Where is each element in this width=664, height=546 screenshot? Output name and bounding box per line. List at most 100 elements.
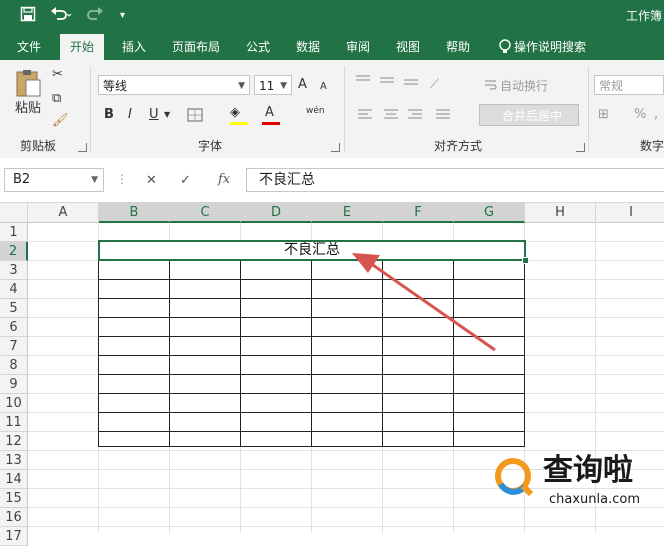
gridline: [28, 336, 98, 337]
row-header-13[interactable]: 13: [0, 451, 28, 470]
row-header-11[interactable]: 11: [0, 413, 28, 432]
shrink-font-button[interactable]: A: [320, 78, 327, 96]
tab-review[interactable]: 审阅: [336, 34, 380, 60]
row-header-7[interactable]: 7: [0, 337, 28, 356]
font-color-button[interactable]: A: [265, 104, 274, 122]
group-separator: [588, 66, 589, 152]
tab-formulas[interactable]: 公式: [236, 34, 280, 60]
fill-color-icon[interactable]: ◈: [230, 104, 240, 122]
tab-view[interactable]: 视图: [386, 34, 430, 60]
font-launcher-icon[interactable]: [331, 143, 340, 152]
gridline: [28, 260, 98, 261]
watermark-logo: 查询啦 chaxunla.com: [489, 452, 659, 522]
tab-data[interactable]: 数据: [286, 34, 330, 60]
paste-icon[interactable]: [14, 68, 44, 103]
gridline: [28, 298, 98, 299]
font-color-swatch: [262, 122, 280, 125]
row-header-4[interactable]: 4: [0, 280, 28, 299]
row-header-10[interactable]: 10: [0, 394, 28, 413]
row-header-12[interactable]: 12: [0, 432, 28, 451]
row-header-8[interactable]: 8: [0, 356, 28, 375]
column-header-g[interactable]: G: [454, 202, 525, 223]
row-header-17[interactable]: 17: [0, 527, 28, 546]
row-header-14[interactable]: 14: [0, 470, 28, 489]
format-painter-icon[interactable]: 🖌: [52, 112, 69, 130]
comma-icon[interactable]: ,: [654, 106, 658, 124]
alignment-launcher-icon[interactable]: [576, 143, 585, 152]
enter-icon[interactable]: ✓: [180, 172, 191, 190]
clipboard-launcher-icon[interactable]: [78, 143, 87, 152]
align-top-icon[interactable]: [354, 74, 424, 89]
watermark-brand: 查询啦: [543, 453, 633, 488]
bold-button[interactable]: B: [104, 106, 114, 124]
cancel-icon[interactable]: ✕: [146, 172, 157, 190]
row-header-6[interactable]: 6: [0, 318, 28, 337]
gridline: [382, 446, 383, 533]
tab-page-layout[interactable]: 页面布局: [162, 34, 230, 60]
row-header-16[interactable]: 16: [0, 508, 28, 527]
gridline: [311, 223, 312, 241]
italic-button[interactable]: I: [128, 106, 132, 124]
row-header-1[interactable]: 1: [0, 223, 28, 242]
column-header-a[interactable]: A: [28, 202, 99, 223]
phonetic-guide-button[interactable]: wén: [306, 102, 325, 120]
cut-icon[interactable]: ✂: [52, 66, 63, 84]
row-header-3[interactable]: 3: [0, 261, 28, 280]
table-border: [98, 412, 525, 413]
name-box[interactable]: B2 ▼: [4, 168, 104, 192]
customize-qat-icon[interactable]: ▾: [120, 6, 125, 26]
tab-file[interactable]: 文件: [7, 34, 51, 60]
tab-help[interactable]: 帮助: [436, 34, 480, 60]
paste-button[interactable]: 粘贴: [12, 100, 44, 118]
chevron-down-icon: ▼: [280, 81, 287, 91]
column-header-e[interactable]: E: [312, 202, 383, 223]
insert-function-button[interactable]: fx: [218, 172, 230, 187]
wrap-text-icon[interactable]: [484, 78, 498, 95]
table-border: [98, 374, 525, 375]
column-header-f[interactable]: F: [383, 202, 454, 223]
fill-handle[interactable]: [522, 257, 529, 264]
redo-icon[interactable]: [84, 6, 106, 26]
percent-button[interactable]: %: [634, 106, 646, 124]
number-format-combo[interactable]: 常规: [594, 75, 664, 95]
column-header-d[interactable]: D: [241, 202, 312, 223]
table-border: [169, 260, 170, 446]
font-size-combo[interactable]: 11 ▼: [254, 75, 292, 95]
underline-button[interactable]: U: [149, 106, 159, 124]
gridline: [28, 393, 98, 394]
chevron-down-icon: ▼: [91, 175, 98, 185]
row-header-15[interactable]: 15: [0, 489, 28, 508]
column-header-b[interactable]: B: [99, 202, 170, 223]
wrap-text-button[interactable]: 自动换行: [500, 77, 548, 94]
currency-icon[interactable]: ⊞: [598, 106, 609, 124]
window-title: 工作簿: [626, 9, 663, 23]
gridline: [240, 223, 241, 241]
column-header-c[interactable]: C: [170, 202, 241, 223]
row-header-5[interactable]: 5: [0, 299, 28, 318]
gridline: [28, 450, 664, 451]
font-name-combo[interactable]: 等线 ▼: [98, 75, 250, 95]
gridline: [28, 374, 98, 375]
column-header-h[interactable]: H: [525, 202, 596, 223]
undo-icon[interactable]: [50, 6, 72, 26]
number-group-label: 数字: [640, 139, 664, 153]
borders-icon[interactable]: [187, 108, 203, 125]
grow-font-button[interactable]: A: [298, 76, 307, 94]
tab-insert[interactable]: 插入: [112, 34, 156, 60]
row-header-9[interactable]: 9: [0, 375, 28, 394]
formula-input[interactable]: 不良汇总: [246, 168, 664, 192]
select-all-corner[interactable]: [0, 202, 28, 223]
column-header-i[interactable]: I: [596, 202, 664, 223]
font-name-value: 等线: [103, 79, 128, 93]
orientation-icon[interactable]: ⟋: [430, 76, 439, 94]
align-left-icon[interactable]: [356, 108, 466, 125]
chevron-down-icon[interactable]: ▼: [164, 106, 170, 124]
gridline: [311, 446, 312, 533]
copy-icon[interactable]: ⧉: [52, 90, 61, 108]
save-icon[interactable]: [20, 6, 36, 26]
gridline: [525, 298, 664, 299]
clipboard-group-label: 剪贴板: [20, 139, 57, 153]
tab-home[interactable]: 开始: [60, 34, 105, 60]
tell-me-search[interactable]: 操作说明搜索: [514, 34, 586, 60]
row-header-2[interactable]: 2: [0, 242, 28, 261]
